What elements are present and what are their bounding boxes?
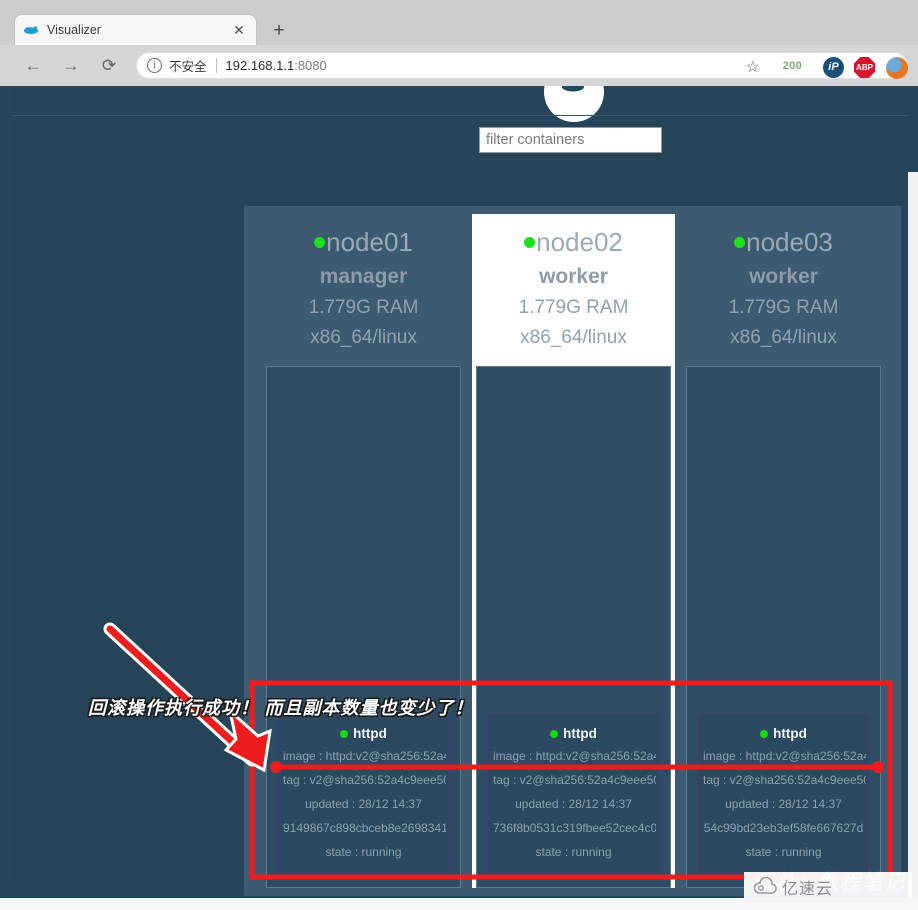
forward-button-icon[interactable]: → [56,51,86,81]
browser-tab-visualizer[interactable]: Visualizer ✕ [14,14,257,45]
node-container-area: httpd image : httpd:v2@sha256:52a4 tag :… [266,366,461,888]
address-bar-url: 192.168.1.1:8080 [226,58,327,73]
container-id-label: 9149867c898cbceb8e2698341 [283,821,446,835]
node-status-dot-icon [524,237,536,248]
container-state-label: state : running [535,845,612,859]
header-divider [12,115,907,116]
bookmark-star-icon[interactable]: ☆ [746,57,760,77]
node-name-label: node01 [326,227,413,257]
node-name-label: node03 [746,227,833,257]
cloud-icon [753,877,777,894]
extension-200-badge[interactable]: 200 [783,60,802,72]
site-info-icon[interactable]: i [147,58,162,73]
node-status-dot-icon [314,237,326,248]
nodes-panel: node01 manager 1.779G RAM x86_64/linux h… [244,206,901,896]
tab-strip: Visualizer ✕ + [0,0,918,45]
container-id-label: 736f8b0531c319fbee52cec4c0 [493,821,656,835]
node-role-label: worker [539,265,608,288]
extension-ip-icon[interactable]: iP [823,57,844,78]
node-name-label: node02 [536,227,623,257]
container-card[interactable]: httpd image : httpd:v2@sha256:52a4 tag :… [278,714,449,873]
container-id-label: 54c99bd23eb3ef58fe667627d [703,821,864,835]
page-viewport: node01 manager 1.779G RAM x86_64/linux h… [0,86,918,898]
container-status-dot-icon [550,730,559,738]
container-image-label: image : httpd:v2@sha256:52a4 [703,749,866,763]
close-tab-icon[interactable]: ✕ [230,21,248,39]
visualizer-page: node01 manager 1.779G RAM x86_64/linux h… [12,86,907,896]
container-title-row: httpd [491,724,656,744]
docker-whale-favicon-icon [23,22,39,38]
vertical-scrollbar[interactable] [908,172,918,898]
back-button-icon[interactable]: ← [18,51,48,81]
node-memory-label: 1.779G RAM [308,297,419,318]
node-memory-label: 1.779G RAM [518,297,629,318]
reload-button-icon[interactable]: ⟳ [94,51,124,81]
container-status-dot-icon [760,730,769,738]
container-name-label: httpd [563,726,597,741]
node-role-label: manager [319,265,408,288]
node-container-area: httpd image : httpd:v2@sha256:52a4 tag :… [476,366,671,888]
node-status-dot-icon [734,237,746,248]
browser-chrome: Visualizer ✕ + ← → ⟳ i 不安全 192.168.1.1:8… [0,0,918,86]
docker-whale-logo-icon [562,86,584,92]
container-card[interactable]: httpd image : httpd:v2@sha256:52a4 tag :… [488,714,659,873]
container-title-row: httpd [701,724,866,744]
container-image-label: image : httpd:v2@sha256:52a4 [283,749,446,763]
node-header: node02 worker 1.779G RAM x86_64/linux [472,214,675,362]
container-tag-label: tag : v2@sha256:52a4c9eee50 [283,773,446,787]
filter-containers-input[interactable] [479,127,662,153]
container-updated-label: updated : 28/12 14:37 [515,797,632,811]
address-bar-divider [215,58,217,73]
url-host: 192.168.1.1 [225,58,295,73]
node-memory-label: 1.779G RAM [728,297,839,318]
url-port: :8080 [294,58,327,73]
container-status-dot-icon [340,730,349,738]
container-updated-label: updated : 28/12 14:37 [305,797,422,811]
node-column-node01[interactable]: node01 manager 1.779G RAM x86_64/linux h… [262,214,465,888]
browser-toolbar: ← → ⟳ i 不安全 192.168.1.1:8080 [0,45,918,86]
container-tag-label: tag : v2@sha256:52a4c9eee50 [493,773,656,787]
node-name-row: node02 [472,227,675,258]
node-column-node02[interactable]: node02 worker 1.779G RAM x86_64/linux ht… [472,214,675,888]
container-tag-label: tag : v2@sha256:52a4c9eee50 [703,773,866,787]
node-arch-label: x86_64/linux [730,327,837,348]
container-name-label: httpd [773,726,807,741]
container-state-label: state : running [745,845,822,859]
node-container-area: httpd image : httpd:v2@sha256:52a4 tag :… [686,366,881,888]
watermark-text: 亿速云 [782,879,834,898]
container-state-label: state : running [325,845,402,859]
node-header: node01 manager 1.779G RAM x86_64/linux [262,214,465,362]
node-arch-label: x86_64/linux [520,327,627,348]
container-card[interactable]: httpd image : httpd:v2@sha256:52a4 tag :… [698,714,869,873]
container-name-label: httpd [353,726,387,741]
container-updated-label: updated : 28/12 14:37 [725,797,842,811]
node-role-label: worker [749,265,818,288]
container-title-row: httpd [281,724,446,744]
profile-avatar-icon[interactable] [886,57,908,79]
window-bottom-strip [0,898,918,910]
node-header: node03 worker 1.779G RAM x86_64/linux [682,214,885,362]
security-status-label: 不安全 [169,60,207,74]
container-image-label: image : httpd:v2@sha256:52a4 [493,749,656,763]
node-arch-label: x86_64/linux [310,327,417,348]
node-column-node03[interactable]: node03 worker 1.779G RAM x86_64/linux ht… [682,214,885,888]
screenshot-root: Visualizer ✕ + ← → ⟳ i 不安全 192.168.1.1:8… [0,0,918,910]
node-name-row: node03 [682,227,885,258]
new-tab-button[interactable]: + [268,20,290,42]
node-name-row: node01 [262,227,465,258]
extension-adblockplus-icon[interactable]: ABP [854,57,875,78]
tab-title: Visualizer [47,23,101,37]
